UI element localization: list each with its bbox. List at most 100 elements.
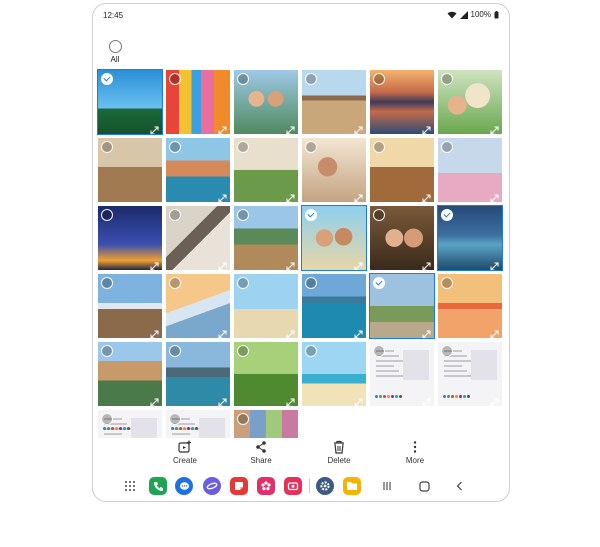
my-files-app-icon[interactable]	[343, 477, 361, 495]
photo-thumbnail[interactable]	[302, 70, 366, 134]
create-button[interactable]: Create	[155, 440, 215, 465]
expand-icon[interactable]	[490, 394, 499, 406]
expand-icon[interactable]	[354, 258, 363, 270]
expand-icon[interactable]	[218, 326, 227, 338]
photo-thumbnail[interactable]	[98, 342, 162, 406]
photo-checkbox[interactable]	[101, 277, 113, 289]
photo-thumbnail[interactable]	[234, 206, 298, 270]
recents-icon[interactable]	[378, 477, 396, 495]
photo-thumbnail[interactable]	[234, 70, 298, 134]
settings-app-icon[interactable]	[316, 477, 334, 495]
share-button[interactable]: Share	[231, 440, 291, 465]
photo-checkbox[interactable]	[237, 413, 249, 425]
expand-icon[interactable]	[150, 122, 159, 134]
expand-icon[interactable]	[218, 122, 227, 134]
photo-checkbox[interactable]	[169, 209, 181, 221]
messages-app-icon[interactable]	[175, 477, 193, 495]
photo-checkbox[interactable]	[169, 141, 181, 153]
delete-button[interactable]: Delete	[309, 440, 369, 465]
phone-app-icon[interactable]	[149, 477, 167, 495]
photo-checkbox[interactable]	[169, 277, 181, 289]
photo-thumbnail[interactable]	[166, 70, 230, 134]
photo-checkbox[interactable]	[305, 345, 317, 357]
expand-icon[interactable]	[490, 190, 499, 202]
photo-thumbnail[interactable]	[438, 342, 502, 406]
home-icon[interactable]	[415, 477, 433, 495]
expand-icon[interactable]	[286, 122, 295, 134]
expand-icon[interactable]	[218, 190, 227, 202]
photo-thumbnail[interactable]	[166, 410, 230, 438]
select-all-checkbox[interactable]	[108, 40, 122, 53]
photo-thumbnail[interactable]	[370, 342, 434, 406]
photo-checkbox[interactable]	[373, 209, 385, 221]
photo-thumbnail[interactable]	[437, 205, 503, 271]
photo-checkbox[interactable]	[441, 345, 453, 357]
photo-checkbox[interactable]	[237, 73, 249, 85]
expand-icon[interactable]	[286, 326, 295, 338]
expand-icon[interactable]	[490, 258, 499, 270]
photo-thumbnail[interactable]	[438, 274, 502, 338]
photo-thumbnail[interactable]	[370, 70, 434, 134]
photo-checkbox[interactable]	[237, 345, 249, 357]
expand-icon[interactable]	[490, 122, 499, 134]
photo-checkbox[interactable]	[169, 413, 181, 425]
photo-checkbox[interactable]	[101, 345, 113, 357]
expand-icon[interactable]	[354, 190, 363, 202]
photo-thumbnail[interactable]	[302, 274, 366, 338]
expand-icon[interactable]	[286, 190, 295, 202]
expand-icon[interactable]	[354, 122, 363, 134]
photo-thumbnail[interactable]	[370, 206, 434, 270]
photo-thumbnail[interactable]	[166, 274, 230, 338]
photo-checkbox[interactable]	[373, 345, 385, 357]
photo-checkbox[interactable]	[305, 277, 317, 289]
back-icon[interactable]	[451, 477, 469, 495]
photo-thumbnail[interactable]	[98, 138, 162, 202]
photo-checkbox[interactable]	[373, 73, 385, 85]
photo-thumbnail[interactable]	[166, 342, 230, 406]
photo-checkbox[interactable]	[101, 141, 113, 153]
photo-thumbnail[interactable]	[234, 274, 298, 338]
photo-checkbox[interactable]	[373, 141, 385, 153]
photo-thumbnail[interactable]	[234, 138, 298, 202]
photo-thumbnail[interactable]	[301, 205, 367, 271]
expand-icon[interactable]	[422, 122, 431, 134]
photo-thumbnail[interactable]	[438, 138, 502, 202]
photo-thumbnail[interactable]	[302, 138, 366, 202]
photo-thumbnail[interactable]	[438, 70, 502, 134]
gallery-app-icon[interactable]	[257, 477, 275, 495]
expand-icon[interactable]	[286, 394, 295, 406]
photo-checkbox[interactable]	[305, 73, 317, 85]
photo-checkbox[interactable]	[441, 73, 453, 85]
photo-checkbox[interactable]	[169, 345, 181, 357]
apps-grid-icon[interactable]	[121, 477, 139, 495]
photo-checkbox-checked[interactable]	[305, 209, 317, 221]
expand-icon[interactable]	[218, 394, 227, 406]
photo-checkbox[interactable]	[305, 141, 317, 153]
expand-icon[interactable]	[150, 258, 159, 270]
photo-checkbox[interactable]	[169, 73, 181, 85]
photo-checkbox-checked[interactable]	[441, 209, 453, 221]
photo-checkbox[interactable]	[237, 141, 249, 153]
expand-icon[interactable]	[422, 258, 431, 270]
photo-thumbnail[interactable]	[98, 206, 162, 270]
photo-checkbox-checked[interactable]	[373, 277, 385, 289]
photo-thumbnail[interactable]	[98, 274, 162, 338]
photo-thumbnail[interactable]	[97, 69, 163, 135]
photo-thumbnail[interactable]	[166, 206, 230, 270]
photo-checkbox[interactable]	[237, 209, 249, 221]
expand-icon[interactable]	[150, 394, 159, 406]
expand-icon[interactable]	[218, 258, 227, 270]
expand-icon[interactable]	[150, 326, 159, 338]
photo-checkbox[interactable]	[441, 277, 453, 289]
photo-thumbnail[interactable]	[234, 410, 298, 438]
expand-icon[interactable]	[422, 326, 431, 338]
photo-thumbnail[interactable]	[98, 410, 162, 438]
photo-thumbnail[interactable]	[234, 342, 298, 406]
photo-thumbnail[interactable]	[370, 138, 434, 202]
expand-icon[interactable]	[422, 190, 431, 202]
expand-icon[interactable]	[422, 394, 431, 406]
internet-app-icon[interactable]	[203, 477, 221, 495]
expand-icon[interactable]	[286, 258, 295, 270]
photo-checkbox[interactable]	[101, 413, 113, 425]
photo-thumbnail[interactable]	[166, 138, 230, 202]
